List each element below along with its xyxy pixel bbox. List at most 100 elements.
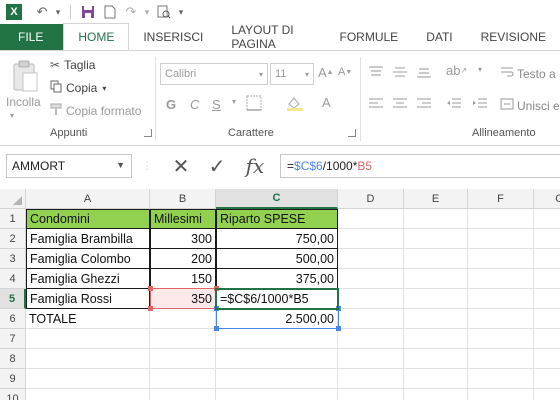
cell-d2[interactable] xyxy=(338,229,404,249)
cell-d6[interactable] xyxy=(338,309,404,329)
cell-e1[interactable] xyxy=(404,209,468,229)
cell-b2[interactable]: 300 xyxy=(150,229,216,249)
select-all-corner[interactable] xyxy=(0,189,26,209)
redo-icon[interactable]: ↷ xyxy=(121,1,141,23)
column-header-f[interactable]: F xyxy=(468,189,534,209)
cell-b1[interactable]: Millesimi xyxy=(150,209,216,229)
cell-b8[interactable] xyxy=(150,349,216,369)
italic-button[interactable]: C xyxy=(190,97,199,112)
cell-f6[interactable] xyxy=(468,309,534,329)
save-icon[interactable] xyxy=(77,1,99,23)
cell-f5[interactable] xyxy=(468,289,534,309)
cell-c2[interactable]: 750,00 xyxy=(216,229,338,249)
row-header-6[interactable]: 6 xyxy=(0,309,26,329)
cell-a9[interactable] xyxy=(26,369,150,389)
cell-e10[interactable] xyxy=(404,389,468,400)
cell-f1[interactable] xyxy=(468,209,534,229)
column-header-e[interactable]: E xyxy=(404,189,468,209)
decrease-font-icon[interactable]: A ▼ xyxy=(338,66,352,78)
undo-icon[interactable]: ↶ xyxy=(32,1,52,23)
cell-d9[interactable] xyxy=(338,369,404,389)
tab-revisione[interactable]: REVISIONE xyxy=(467,24,560,50)
cell-g10[interactable] xyxy=(534,389,560,400)
align-right-icon[interactable] xyxy=(416,97,432,111)
bold-button[interactable]: G xyxy=(166,97,176,112)
cell-c9[interactable] xyxy=(216,369,338,389)
cell-d10[interactable] xyxy=(338,389,404,400)
spreadsheet-grid[interactable]: A B C D E F G 1 2 3 4 5 6 7 8 9 10 Condomini Millesimi Ripa… xyxy=(0,189,560,400)
cell-c10[interactable] xyxy=(216,389,338,400)
tab-inserisci[interactable]: INSERISCI xyxy=(129,24,217,50)
font-name-box[interactable]: Calibri ▾ xyxy=(160,63,268,85)
enter-icon[interactable]: ✓ xyxy=(202,154,232,178)
column-header-c[interactable]: C xyxy=(216,189,338,209)
cell-g1[interactable] xyxy=(534,209,560,229)
reference-handle[interactable] xyxy=(214,326,219,331)
cell-b6[interactable] xyxy=(150,309,216,329)
cell-b7[interactable] xyxy=(150,329,216,349)
cell-a2[interactable]: Famiglia Brambilla xyxy=(26,229,150,249)
cell-f2[interactable] xyxy=(468,229,534,249)
borders-icon[interactable] xyxy=(246,95,262,111)
cell-d7[interactable] xyxy=(338,329,404,349)
wrap-text-button[interactable]: Testo a xyxy=(500,65,556,82)
decrease-indent-icon[interactable] xyxy=(446,97,462,111)
redo-dropdown-icon[interactable]: ▾ xyxy=(141,1,153,23)
cell-c8[interactable] xyxy=(216,349,338,369)
cell-a5[interactable]: Famiglia Rossi xyxy=(26,289,150,309)
paste-button[interactable]: Incolla xyxy=(6,95,41,109)
column-header-a[interactable]: A xyxy=(26,189,150,209)
orientation-dropdown-icon[interactable]: ▾ xyxy=(478,65,482,74)
new-document-icon[interactable] xyxy=(99,1,121,23)
paste-icon[interactable] xyxy=(8,57,42,95)
cell-d8[interactable] xyxy=(338,349,404,369)
tab-layout-di-pagina[interactable]: LAYOUT DI PAGINA xyxy=(217,23,325,51)
cell-a8[interactable] xyxy=(26,349,150,369)
merge-center-button[interactable]: Unisci e xyxy=(500,97,560,114)
orientation-icon[interactable]: ab ↗ xyxy=(446,63,467,78)
formula-input[interactable]: = $C$6/1000* B5 xyxy=(280,154,560,178)
underline-button[interactable]: S xyxy=(212,97,221,112)
undo-dropdown-icon[interactable]: ▾ xyxy=(52,1,64,23)
cell-a3[interactable]: Famiglia Colombo xyxy=(26,249,150,269)
align-left-icon[interactable] xyxy=(368,97,384,111)
cell-e2[interactable] xyxy=(404,229,468,249)
cell-b3[interactable]: 200 xyxy=(150,249,216,269)
cell-a1[interactable]: Condomini xyxy=(26,209,150,229)
row-header-1[interactable]: 1 xyxy=(0,209,26,229)
cell-e4[interactable] xyxy=(404,269,468,289)
cell-g9[interactable] xyxy=(534,369,560,389)
print-preview-icon[interactable] xyxy=(153,1,175,23)
cell-b9[interactable] xyxy=(150,369,216,389)
cell-c7[interactable] xyxy=(216,329,338,349)
cell-a6[interactable]: TOTALE xyxy=(26,309,150,329)
cell-g7[interactable] xyxy=(534,329,560,349)
cell-c3[interactable]: 500,00 xyxy=(216,249,338,269)
row-header-3[interactable]: 3 xyxy=(0,249,26,269)
cell-f3[interactable] xyxy=(468,249,534,269)
cell-g8[interactable] xyxy=(534,349,560,369)
column-header-g[interactable]: G xyxy=(534,189,560,209)
name-box[interactable]: AMMORT ▼ xyxy=(6,154,132,178)
row-header-10[interactable]: 10 xyxy=(0,389,26,400)
fill-color-icon[interactable] xyxy=(286,95,304,111)
cell-g3[interactable] xyxy=(534,249,560,269)
cell-c4[interactable]: 375,00 xyxy=(216,269,338,289)
align-center-icon[interactable] xyxy=(392,97,408,111)
reference-handle[interactable] xyxy=(148,286,153,291)
cell-c1[interactable]: Riparto SPESE xyxy=(216,209,338,229)
tab-dati[interactable]: DATI xyxy=(412,24,466,50)
cell-g5[interactable] xyxy=(534,289,560,309)
cell-d5[interactable] xyxy=(338,289,404,309)
row-header-4[interactable]: 4 xyxy=(0,269,26,289)
reference-handle[interactable] xyxy=(336,326,341,331)
cell-f10[interactable] xyxy=(468,389,534,400)
cell-b4[interactable]: 150 xyxy=(150,269,216,289)
paste-dropdown-icon[interactable]: ▾ xyxy=(10,111,14,120)
cell-b10[interactable] xyxy=(150,389,216,400)
cell-e9[interactable] xyxy=(404,369,468,389)
font-launcher-icon[interactable] xyxy=(348,129,356,137)
cell-e3[interactable] xyxy=(404,249,468,269)
increase-font-icon[interactable]: A ▲ xyxy=(318,65,334,80)
cell-f9[interactable] xyxy=(468,369,534,389)
